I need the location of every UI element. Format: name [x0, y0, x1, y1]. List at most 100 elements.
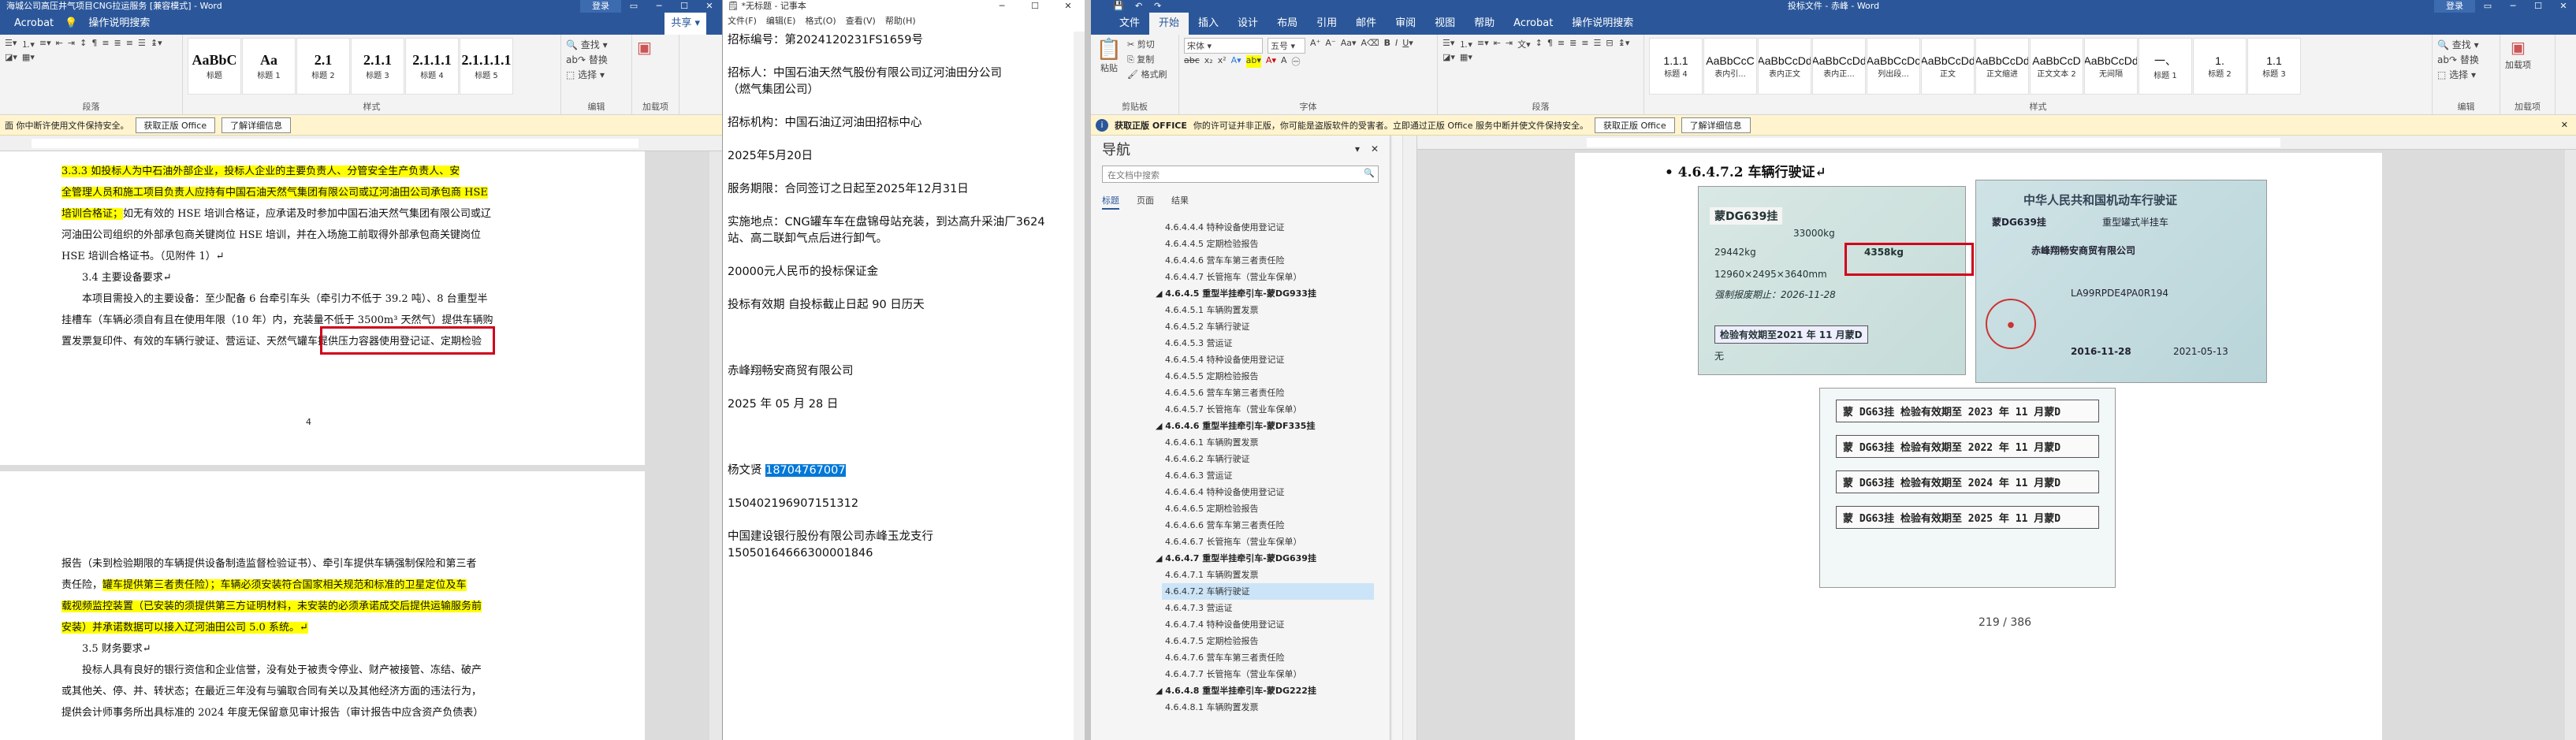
style-7[interactable]: AaBbCcDd 正文缩进	[1975, 38, 2029, 95]
tab-4[interactable]: 布局	[1268, 13, 1307, 35]
decrease-indent-icon[interactable]: ⇤	[1494, 38, 1501, 50]
tab-6[interactable]: 邮件	[1346, 13, 1386, 35]
multilevel-icon[interactable]: ≡▾	[39, 38, 51, 50]
sort-icon[interactable]: ↕	[1536, 38, 1543, 50]
copy-button[interactable]: ⎘ 复制	[1127, 53, 1167, 65]
nav-heading-item[interactable]: 4.6.4.7.2 车辆行驶证	[1162, 583, 1374, 600]
numbering-icon[interactable]: ⒈▾	[1459, 38, 1472, 50]
nav-heading-item[interactable]: 4.6.4.4.5 定期检验报告	[1162, 236, 1374, 252]
align-center-icon[interactable]: ≣	[1569, 38, 1576, 50]
close-icon[interactable]: ✕	[697, 0, 722, 13]
nav-heading-item[interactable]: 4.6.4.4.7 长管拖车（营业车保单）	[1162, 269, 1374, 285]
style-2[interactable]: AaBbCcC 表内引...	[1703, 38, 1757, 95]
style-6[interactable]: AaBbCcDd 正文	[1921, 38, 1975, 95]
nav-heading-item[interactable]: 4.6.4.6.1 车辆购置发票	[1162, 434, 1374, 451]
shading-icon[interactable]: ◪▾	[1442, 52, 1455, 62]
nav-heading-item[interactable]: 4.6.4.5.6 营车车第三者责任险	[1162, 385, 1374, 401]
maximize-icon[interactable]: ☐	[1018, 0, 1052, 13]
nav-heading-item[interactable]: 4.6.4.7.3 营运证	[1162, 600, 1374, 616]
nav-heading-item[interactable]: ◢ 4.6.4.8 重型半挂牵引车-蒙DG222挂	[1152, 682, 1374, 699]
tab-10[interactable]: Acrobat	[1504, 13, 1562, 35]
cut-button[interactable]: ✂ 剪切	[1127, 38, 1167, 50]
get-office-button[interactable]: 获取正版 Office	[135, 117, 216, 133]
text-effects-icon[interactable]: A▾	[1231, 55, 1241, 68]
share-button[interactable]: 共享 ▾	[664, 13, 706, 35]
nav-heading-item[interactable]: 4.6.4.6.6 营车车第三者责任险	[1162, 517, 1374, 534]
style-9[interactable]: AaBbCcDd 无间隔	[2084, 38, 2138, 95]
signin-button[interactable]: 登录	[2434, 0, 2475, 13]
minimize-icon[interactable]: ─	[985, 0, 1018, 13]
tab-9[interactable]: 帮助	[1465, 13, 1504, 35]
get-office-button[interactable]: 获取正版 Office	[1595, 117, 1675, 133]
nav-heading-item[interactable]: 4.6.4.5.3 营运证	[1162, 335, 1374, 351]
paste-button[interactable]: 📋 粘贴	[1096, 38, 1122, 80]
style-4[interactable]: AaBbCcDd 表内正...	[1812, 38, 1866, 95]
style-3[interactable]: AaBbCcDd 表内正文	[1758, 38, 1811, 95]
underline-icon[interactable]: U▾	[1402, 38, 1413, 54]
close-icon[interactable]: ✕	[1052, 0, 1085, 13]
sort-icon[interactable]: ↕	[80, 38, 87, 50]
nav-heading-item[interactable]: 4.6.4.5.7 长管拖车（营业车保单）	[1162, 401, 1374, 418]
style-6[interactable]: 2.1.1.1.1 标题 5	[460, 38, 513, 95]
line-spacing-icon[interactable]: ↨▾	[151, 38, 162, 50]
align-left-icon[interactable]: ≡	[102, 38, 109, 50]
justify-icon[interactable]: ☰	[138, 38, 146, 50]
close-warning-icon[interactable]: ✕	[2561, 120, 2568, 130]
nav-heading-item[interactable]: 4.6.4.6.5 定期检验报告	[1162, 500, 1374, 517]
multilevel-icon[interactable]: ≡▾	[1477, 38, 1489, 50]
nav-tab-1[interactable]: 页面	[1137, 194, 1154, 211]
style-4[interactable]: 2.1.1 标题 3	[351, 38, 404, 95]
shading-icon[interactable]: ◪▾	[5, 52, 17, 62]
tab-0[interactable]: 文件	[1110, 13, 1149, 35]
clear-format-icon[interactable]: A⌫	[1361, 38, 1379, 54]
close-icon[interactable]: ✕	[2551, 0, 2576, 13]
horizontal-ruler[interactable]	[0, 136, 722, 151]
shrink-font-icon[interactable]: A⁻	[1325, 38, 1335, 54]
menu-item[interactable]: 文件(F)	[728, 13, 757, 30]
vertical-scrollbar[interactable]	[709, 151, 722, 740]
nav-heading-item[interactable]: ◢ 4.6.4.7 重型半挂牵引车-蒙DG639挂	[1152, 550, 1374, 567]
tab-2[interactable]: 插入	[1189, 13, 1228, 35]
find-button[interactable]: 🔍 查找 ▾	[2437, 38, 2479, 51]
menu-item[interactable]: 帮助(H)	[885, 13, 916, 30]
nav-heading-item[interactable]: ◢ 4.6.4.6 重型半挂牵引车-蒙DF335挂	[1152, 418, 1374, 434]
align-right-icon[interactable]: ≡	[126, 38, 133, 50]
tab-3[interactable]: 设计	[1228, 13, 1268, 35]
increase-indent-icon[interactable]: ⇥	[68, 38, 75, 50]
collapse-triangle-icon[interactable]: ◢	[1156, 553, 1165, 563]
nav-heading-item[interactable]: 4.6.4.6.2 车辆行驶证	[1162, 451, 1374, 467]
learn-more-button[interactable]: 了解详细信息	[1681, 117, 1751, 133]
tab-1[interactable]: 开始	[1149, 13, 1189, 35]
addin-icon[interactable]: ▣	[637, 38, 652, 57]
superscript-icon[interactable]: x²	[1218, 55, 1227, 68]
tab-5[interactable]: 引用	[1307, 13, 1346, 35]
borders-icon[interactable]: ▦▾	[22, 52, 35, 62]
change-case-icon[interactable]: Aa▾	[1341, 38, 1357, 54]
section-heading[interactable]: • 4.6.4.7.2 车辆行驶证↵	[1665, 161, 1826, 180]
show-marks-icon[interactable]: ¶	[91, 38, 97, 50]
maximize-icon[interactable]: ☐	[672, 0, 697, 13]
tell-me-search[interactable]: 操作说明搜索	[79, 13, 159, 35]
nav-heading-item[interactable]: 4.6.4.7.5 定期检验报告	[1162, 633, 1374, 649]
style-1[interactable]: AaBbC 标题	[188, 38, 241, 95]
vertical-scrollbar[interactable]	[2565, 150, 2576, 740]
tab-11[interactable]: 操作说明搜索	[1562, 13, 1643, 35]
subscript-icon[interactable]: x₂	[1204, 55, 1213, 68]
nav-heading-item[interactable]: 4.6.4.6.3 营运证	[1162, 467, 1374, 484]
justify-icon[interactable]: ☰	[1594, 38, 1602, 50]
collapse-triangle-icon[interactable]: ◢	[1156, 686, 1165, 696]
tab-7[interactable]: 审阅	[1386, 13, 1425, 35]
nav-tab-0[interactable]: 标题	[1102, 194, 1119, 210]
numbering-icon[interactable]: ⒈▾	[21, 38, 35, 50]
font-name-select[interactable]: 宋体 ▾	[1184, 38, 1263, 54]
selected-phone[interactable]: 18704767007	[765, 464, 846, 477]
nav-heading-item[interactable]: 4.6.4.5.1 车辆购置发票	[1162, 302, 1374, 318]
char-shading-icon[interactable]: A	[1281, 55, 1287, 68]
menu-item[interactable]: 查看(V)	[846, 13, 876, 30]
align-left-icon[interactable]: ≡	[1558, 38, 1565, 50]
strike-icon[interactable]: abc	[1184, 55, 1200, 68]
nav-search-box[interactable]: 在文档中搜索 🔍	[1102, 165, 1379, 183]
bullets-icon[interactable]: ☰▾	[1442, 38, 1454, 50]
signin-button[interactable]: 登录	[580, 0, 621, 13]
page1-body[interactable]: 3.3.3 如投标人为中石油外部企业，投标人企业的主要负责人、分管安全生产负责人…	[61, 161, 629, 352]
